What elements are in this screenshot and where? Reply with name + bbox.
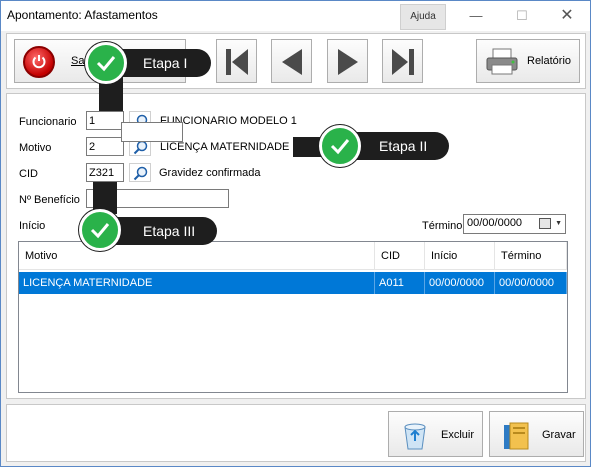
- cid-label: CID: [19, 168, 38, 180]
- calendar-icon[interactable]: [539, 218, 551, 229]
- inicio-date-picker[interactable]: [121, 122, 183, 142]
- step3-label: Etapa III: [143, 223, 196, 239]
- cell-cid: A011: [375, 272, 425, 294]
- previous-record-button[interactable]: [271, 39, 312, 83]
- save-folder-icon: [504, 422, 529, 450]
- termino-date-picker[interactable]: 00/00/0000 ▼: [463, 214, 566, 234]
- save-label: Gravar: [542, 429, 576, 441]
- window-title: Apontamento: Afastamentos: [7, 8, 158, 22]
- cell-termino: 00/00/0000: [495, 272, 567, 294]
- afastamentos-grid: Motivo CID Início Término LICENÇA MATERN…: [18, 241, 568, 393]
- table-row[interactable]: LICENÇA MATERNIDADE A011 00/00/0000 00/0…: [19, 272, 567, 294]
- chevron-down-icon[interactable]: ▼: [555, 220, 562, 227]
- column-header-termino[interactable]: Término: [495, 242, 567, 270]
- column-header-inicio[interactable]: Início: [425, 242, 495, 270]
- step2-label: Etapa II: [379, 138, 428, 154]
- save-button[interactable]: Gravar: [489, 411, 584, 457]
- first-record-button[interactable]: [216, 39, 257, 83]
- report-button[interactable]: Relatório: [476, 39, 580, 83]
- step2-check-icon: [319, 125, 361, 167]
- cell-motivo: LICENÇA MATERNIDADE: [19, 272, 375, 294]
- step1-label: Etapa I: [143, 55, 188, 71]
- power-icon: [23, 46, 55, 78]
- cid-description: Gravidez confirmada: [159, 167, 261, 179]
- last-record-icon: [392, 49, 414, 75]
- beneficio-label: Nº Benefício: [19, 194, 80, 206]
- close-button[interactable]: ✕: [544, 1, 590, 31]
- report-label: Relatório: [527, 55, 572, 67]
- motivo-name: LICENÇA MATERNIDADE: [160, 141, 290, 153]
- app-window: Apontamento: Afastamentos Ajuda — ☐ ✕ Sa…: [0, 0, 591, 467]
- maximize-button[interactable]: ☐: [499, 1, 545, 31]
- step3-check-icon: [79, 209, 121, 251]
- column-header-cid[interactable]: CID: [375, 242, 425, 270]
- previous-record-icon: [282, 49, 302, 75]
- motivo-field[interactable]: [86, 137, 124, 156]
- cid-field[interactable]: [86, 163, 124, 182]
- title-bar: Apontamento: Afastamentos Ajuda — ☐ ✕: [1, 1, 590, 31]
- cid-search-button[interactable]: [129, 163, 151, 182]
- step1-check-icon: [85, 42, 127, 84]
- delete-button[interactable]: Excluir: [388, 411, 483, 457]
- first-record-icon: [226, 49, 248, 75]
- help-button[interactable]: Ajuda: [400, 4, 446, 30]
- funcionario-field[interactable]: [86, 111, 124, 130]
- search-icon: [133, 166, 148, 181]
- cell-inicio: 00/00/0000: [425, 272, 495, 294]
- action-panel: Excluir Gravar: [6, 404, 586, 462]
- column-header-motivo[interactable]: Motivo: [19, 242, 375, 270]
- motivo-label: Motivo: [19, 142, 52, 154]
- next-record-icon: [338, 49, 358, 75]
- minimize-button[interactable]: —: [453, 1, 499, 31]
- last-record-button[interactable]: [382, 39, 423, 83]
- inicio-label: Início: [19, 220, 46, 232]
- printer-icon: [486, 48, 518, 75]
- recycle-bin-icon: [404, 423, 426, 450]
- termino-label: Término: [422, 220, 463, 232]
- next-record-button[interactable]: [327, 39, 368, 83]
- search-icon: [133, 140, 148, 155]
- termino-value: 00/00/0000: [467, 217, 523, 229]
- delete-label: Excluir: [441, 429, 475, 441]
- funcionario-label: Funcionario: [19, 116, 77, 128]
